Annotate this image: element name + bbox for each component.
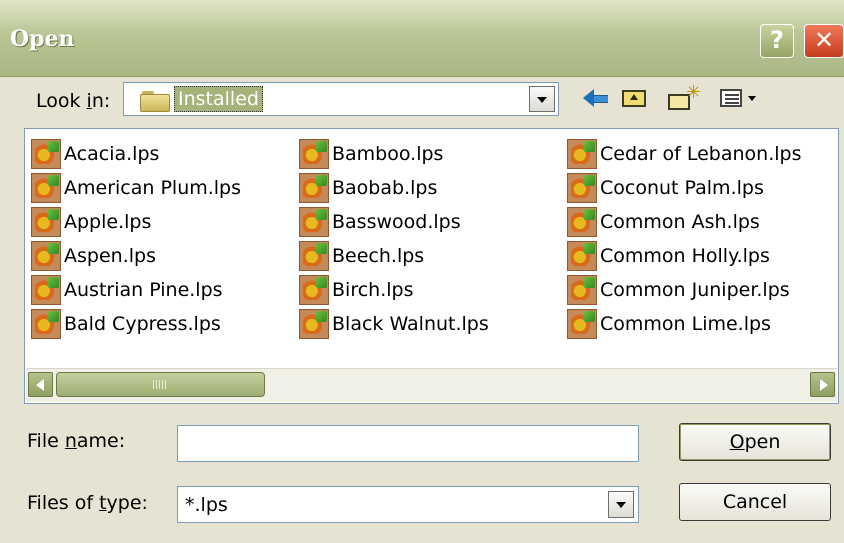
- file-icon: [31, 275, 61, 305]
- list-item[interactable]: Basswood.lps: [299, 206, 461, 238]
- list-item[interactable]: Apple.lps: [31, 206, 151, 238]
- file-icon: [31, 241, 61, 271]
- look-in-dropdown-button[interactable]: [529, 86, 555, 112]
- file-icon: [299, 241, 329, 271]
- title-bar[interactable]: Open ? ✕: [0, 0, 844, 77]
- list-item[interactable]: Common Lime.lps: [567, 308, 771, 340]
- file-icon: [567, 139, 597, 169]
- file-icon: [31, 309, 61, 339]
- close-button[interactable]: ✕: [804, 24, 844, 58]
- file-name: Common Lime.lps: [600, 313, 771, 335]
- scrollbar-thumb[interactable]: [56, 372, 265, 397]
- file-icon: [299, 173, 329, 203]
- file-name: Acacia.lps: [64, 143, 160, 165]
- file-name: Coconut Palm.lps: [600, 177, 764, 199]
- file-icon: [31, 207, 61, 237]
- help-button[interactable]: ?: [760, 24, 794, 58]
- file-icon: [299, 309, 329, 339]
- list-item[interactable]: Austrian Pine.lps: [31, 274, 223, 306]
- file-name: American Plum.lps: [64, 177, 242, 199]
- look-in-label: Look in:: [36, 90, 111, 112]
- up-one-level-icon[interactable]: [620, 84, 648, 112]
- list-item[interactable]: Aspen.lps: [31, 240, 156, 272]
- cancel-button[interactable]: Cancel: [679, 483, 831, 521]
- file-name: Baobab.lps: [332, 177, 438, 199]
- file-name: Austrian Pine.lps: [64, 279, 223, 301]
- folder-icon: [140, 91, 170, 112]
- chevron-down-icon: [616, 502, 626, 508]
- chevron-down-icon: [537, 97, 547, 103]
- file-name: Common Juniper.lps: [600, 279, 790, 301]
- files-of-type-label: Files of type:: [27, 492, 148, 514]
- list-item[interactable]: Birch.lps: [299, 274, 413, 306]
- back-arrow-icon[interactable]: [583, 84, 611, 112]
- files-of-type-dropdown[interactable]: *.lps: [177, 486, 639, 523]
- file-list[interactable]: Acacia.lps American Plum.lps Apple.lps A…: [24, 128, 839, 404]
- list-item[interactable]: Black Walnut.lps: [299, 308, 489, 340]
- file-icon: [567, 207, 597, 237]
- list-item[interactable]: Bamboo.lps: [299, 138, 443, 170]
- file-name: Apple.lps: [64, 211, 152, 233]
- list-item[interactable]: American Plum.lps: [31, 172, 241, 204]
- file-name-label: File name:: [27, 430, 126, 452]
- file-name: Aspen.lps: [64, 245, 156, 267]
- files-of-type-dropdown-button[interactable]: [608, 491, 634, 518]
- file-icon: [567, 173, 597, 203]
- scroll-left-button[interactable]: [28, 372, 53, 397]
- file-name: Cedar of Lebanon.lps: [600, 143, 802, 165]
- file-icon: [31, 173, 61, 203]
- arrow-right-icon: [820, 379, 828, 391]
- create-new-folder-icon[interactable]: ✳: [668, 82, 701, 112]
- horizontal-scrollbar[interactable]: [26, 368, 837, 402]
- file-name: Bald Cypress.lps: [64, 313, 221, 335]
- views-menu-icon[interactable]: [718, 84, 762, 112]
- file-name: Common Ash.lps: [600, 211, 760, 233]
- scroll-right-button[interactable]: [810, 372, 835, 397]
- file-name: Bamboo.lps: [332, 143, 444, 165]
- file-name: Birch.lps: [332, 279, 414, 301]
- file-name: Black Walnut.lps: [332, 313, 489, 335]
- list-item[interactable]: Bald Cypress.lps: [31, 308, 221, 340]
- list-item[interactable]: Beech.lps: [299, 240, 424, 272]
- file-name: Common Holly.lps: [600, 245, 770, 267]
- list-item[interactable]: Common Holly.lps: [567, 240, 770, 272]
- file-name-input[interactable]: [177, 425, 639, 462]
- arrow-left-icon: [36, 379, 44, 391]
- look-in-value: Installed: [174, 86, 263, 112]
- file-icon: [299, 275, 329, 305]
- list-item[interactable]: Common Ash.lps: [567, 206, 760, 238]
- file-icon: [299, 139, 329, 169]
- file-icon: [299, 207, 329, 237]
- files-of-type-value: *.lps: [185, 494, 228, 516]
- list-item[interactable]: Coconut Palm.lps: [567, 172, 764, 204]
- file-name: Beech.lps: [332, 245, 425, 267]
- list-item[interactable]: Acacia.lps: [31, 138, 159, 170]
- list-item[interactable]: Cedar of Lebanon.lps: [567, 138, 802, 170]
- list-item[interactable]: Baobab.lps: [299, 172, 437, 204]
- dialog-title: Open: [10, 26, 75, 52]
- open-button[interactable]: Open: [679, 423, 831, 461]
- list-item[interactable]: Common Juniper.lps: [567, 274, 790, 306]
- file-icon: [567, 241, 597, 271]
- file-icon: [567, 275, 597, 305]
- look-in-dropdown[interactable]: Installed: [123, 82, 559, 116]
- file-name: Basswood.lps: [332, 211, 461, 233]
- file-icon: [567, 309, 597, 339]
- grip-icon: [153, 380, 167, 389]
- file-icon: [31, 139, 61, 169]
